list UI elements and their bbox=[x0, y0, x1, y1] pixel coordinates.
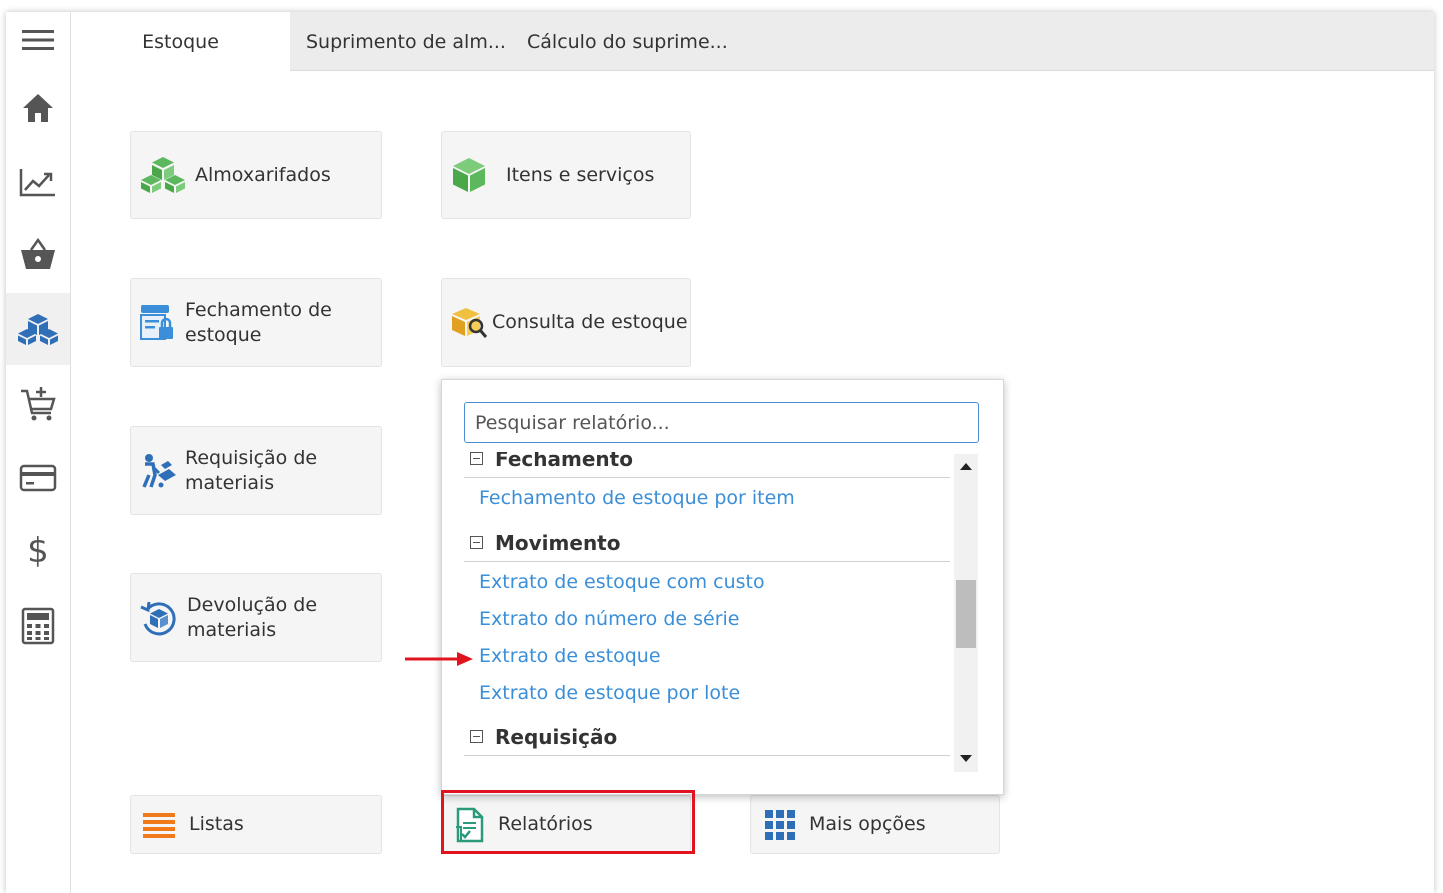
tile-almoxarifados[interactable]: Almoxarifados bbox=[130, 131, 382, 219]
tile-text: Requisição de materiais bbox=[185, 446, 317, 496]
warehouse-boxes-icon bbox=[139, 155, 187, 195]
tile-consulta-estoque[interactable]: Consulta de estoque bbox=[441, 278, 691, 367]
menu-icon bbox=[22, 30, 54, 50]
home-icon bbox=[23, 94, 53, 122]
store-lock-icon bbox=[139, 303, 175, 343]
tile-devolucao-materiais[interactable]: Devolução de materiais bbox=[130, 573, 382, 662]
scroll-down-icon[interactable] bbox=[960, 755, 972, 762]
scroll-up-icon[interactable] bbox=[960, 463, 972, 470]
return-box-icon bbox=[139, 598, 179, 638]
reports-popup: Fechamento Fechamento de estoque por ite… bbox=[441, 379, 1004, 795]
sidebar: $ bbox=[6, 12, 71, 893]
report-list-scrollbar[interactable] bbox=[954, 454, 978, 772]
red-arrow-annotation-icon bbox=[405, 652, 473, 666]
group-header-requisicao[interactable]: Requisição bbox=[464, 718, 950, 756]
tile-listas[interactable]: Listas bbox=[130, 795, 382, 854]
sidebar-item-purchases[interactable] bbox=[6, 224, 70, 284]
tile-label: Mais opções bbox=[809, 813, 926, 835]
group-label: Movimento bbox=[495, 530, 621, 555]
group-label: Fechamento bbox=[495, 452, 633, 471]
report-item[interactable]: Extrato do número de série bbox=[479, 608, 740, 630]
grid-icon bbox=[765, 809, 795, 840]
chart-icon bbox=[19, 169, 55, 197]
report-item[interactable]: Extrato de estoque bbox=[479, 645, 661, 667]
tile-label: Almoxarifados bbox=[195, 163, 331, 186]
box-search-icon bbox=[448, 306, 488, 340]
collapse-icon[interactable] bbox=[470, 730, 483, 743]
tile-label: Itens e serviços bbox=[506, 163, 655, 186]
tab-label: Suprimento de alm... bbox=[306, 30, 506, 53]
tab-label: Estoque bbox=[142, 30, 219, 53]
report-document-icon bbox=[454, 807, 486, 843]
tile-label: Consulta de estoque bbox=[492, 311, 688, 333]
tile-label-line1: Devolução de bbox=[187, 593, 318, 616]
sidebar-item-dashboard[interactable] bbox=[6, 152, 70, 212]
sidebar-item-home[interactable] bbox=[6, 78, 70, 138]
collapse-icon[interactable] bbox=[470, 452, 483, 465]
boxes-icon bbox=[18, 314, 58, 345]
tile-label-line2: estoque bbox=[185, 323, 262, 346]
sidebar-item-supply[interactable] bbox=[6, 374, 70, 434]
group-label: Requisição bbox=[495, 724, 618, 749]
tile-requisicao-materiais[interactable]: Requisição de materiais bbox=[130, 426, 382, 515]
tile-text: Fechamento de estoque bbox=[185, 298, 332, 348]
tile-label-line2: materiais bbox=[185, 471, 275, 494]
report-item[interactable]: Extrato de estoque com custo bbox=[479, 571, 765, 593]
tab-suprimento[interactable]: Suprimento de alm... bbox=[306, 12, 506, 71]
menu-button[interactable] bbox=[6, 12, 70, 68]
cart-add-icon bbox=[21, 387, 56, 421]
basket-icon bbox=[21, 237, 55, 269]
tile-label-line1: Requisição de bbox=[185, 446, 318, 469]
report-item[interactable]: Fechamento de estoque por item bbox=[479, 487, 795, 509]
tab-label: Cálculo do suprime... bbox=[527, 30, 728, 53]
report-search-input[interactable] bbox=[464, 402, 979, 443]
sidebar-item-stock[interactable] bbox=[6, 293, 70, 365]
worker-cart-icon bbox=[139, 451, 179, 491]
tab-bar: Estoque Suprimento de alm... Cálculo do … bbox=[71, 12, 1434, 71]
group-header-fechamento[interactable]: Fechamento bbox=[464, 452, 950, 478]
group-header-movimento[interactable]: Movimento bbox=[464, 524, 950, 562]
tile-label: Listas bbox=[189, 813, 244, 835]
tile-relatorios[interactable]: Relatórios bbox=[441, 795, 691, 854]
card-icon bbox=[19, 464, 57, 492]
app-window: $ Estoque Suprimento de alm... Cálculo d… bbox=[6, 12, 1434, 893]
collapse-icon[interactable] bbox=[470, 536, 483, 549]
sidebar-item-calculator[interactable] bbox=[6, 596, 70, 656]
tile-itens-servicos[interactable]: Itens e serviços bbox=[441, 131, 691, 219]
tile-label-line2: materiais bbox=[187, 618, 277, 641]
tile-text: Devolução de materiais bbox=[187, 593, 317, 643]
report-item[interactable]: Extrato de estoque por lote bbox=[479, 682, 740, 704]
sidebar-item-finance[interactable]: $ bbox=[6, 520, 70, 580]
report-list: Fechamento Fechamento de estoque por ite… bbox=[464, 452, 950, 770]
tile-label: Relatórios bbox=[498, 813, 593, 835]
list-icon bbox=[143, 812, 175, 838]
calculator-icon bbox=[21, 607, 55, 645]
tab-calculo[interactable]: Cálculo do suprime... bbox=[527, 12, 728, 71]
dollar-icon: $ bbox=[27, 531, 49, 569]
tile-label-line1: Fechamento de bbox=[185, 298, 332, 321]
box-icon bbox=[450, 156, 488, 194]
sidebar-item-payments[interactable] bbox=[6, 448, 70, 508]
tab-estoque[interactable]: Estoque bbox=[71, 12, 290, 71]
svg-text:$: $ bbox=[27, 531, 49, 569]
tile-mais-opcoes[interactable]: Mais opções bbox=[750, 795, 1000, 854]
scroll-thumb[interactable] bbox=[956, 580, 976, 648]
tile-fechamento-estoque[interactable]: Fechamento de estoque bbox=[130, 278, 382, 367]
